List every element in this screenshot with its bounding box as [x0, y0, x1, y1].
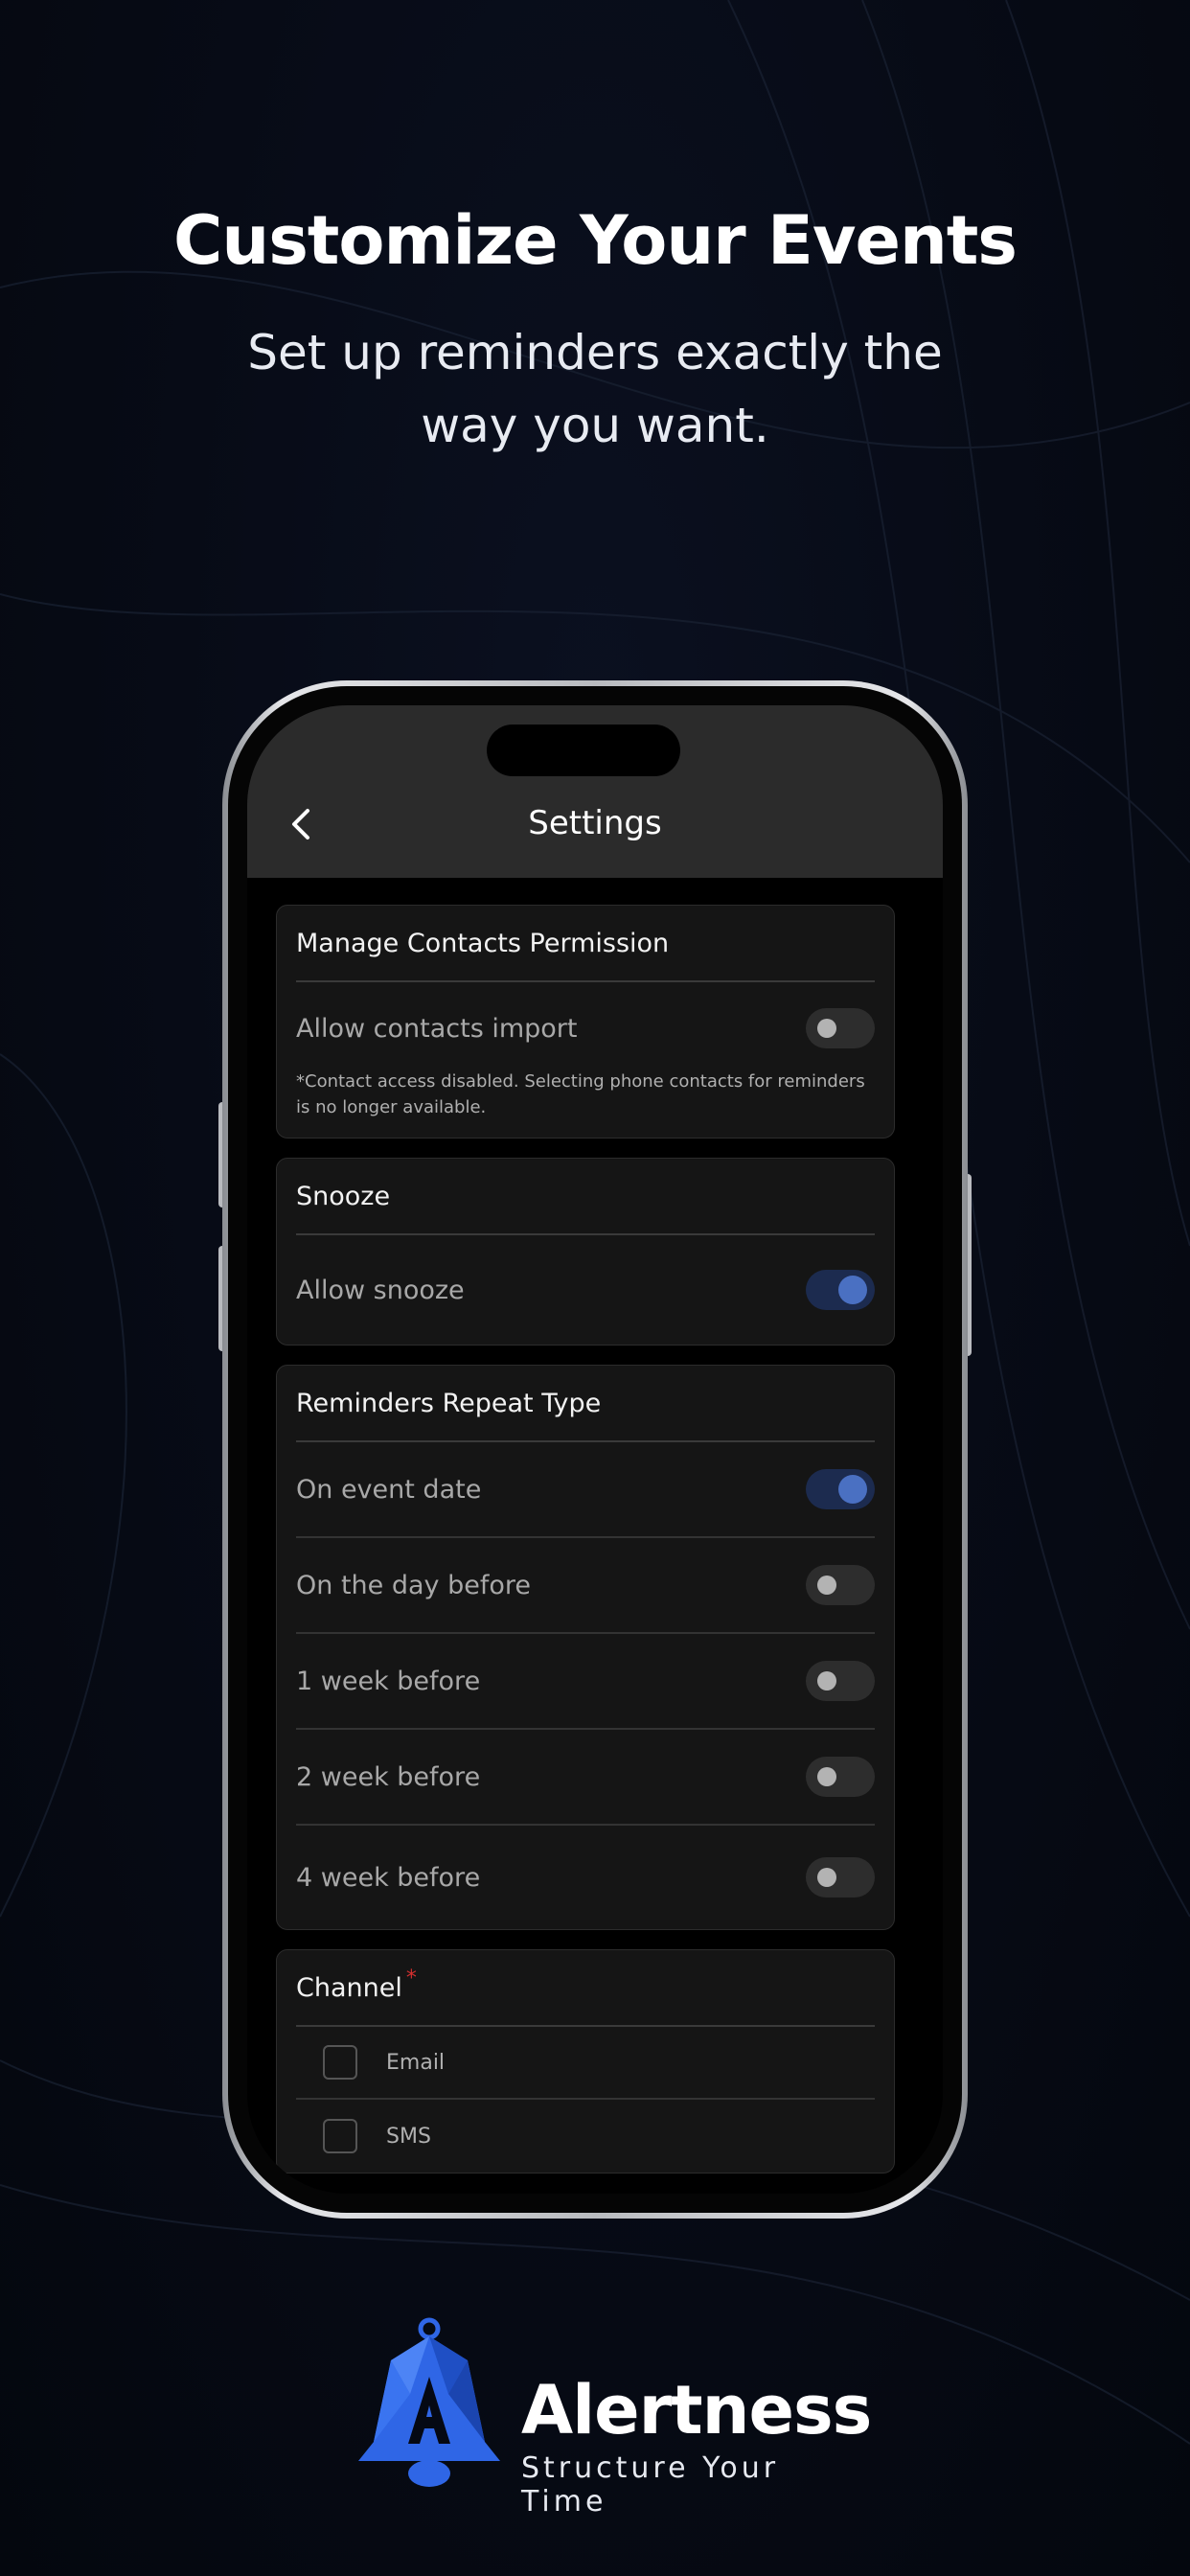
allow-snooze-row: Allow snooze: [296, 1235, 875, 1345]
day-before-toggle[interactable]: [806, 1565, 875, 1605]
option-label: Email: [386, 2050, 446, 2075]
hero-title: Customize Your Events: [173, 201, 1018, 280]
sms-checkbox[interactable]: [323, 2119, 357, 2153]
row-label: Allow snooze: [296, 1275, 465, 1305]
toggle-knob: [817, 1019, 836, 1038]
row-label: On the day before: [296, 1570, 531, 1600]
toggle-knob: [817, 1868, 836, 1887]
toggle-knob: [838, 1475, 867, 1504]
event-date-toggle[interactable]: [806, 1469, 875, 1509]
contacts-permission-card: Manage Contacts Permission Allow contact…: [276, 905, 895, 1138]
toggle-knob: [817, 1767, 836, 1786]
repeat-row-2-week: 2 week before: [296, 1730, 875, 1826]
allow-contacts-toggle[interactable]: [806, 1008, 875, 1048]
repeat-row-day-before: On the day before: [296, 1538, 875, 1634]
allow-contacts-row: Allow contacts import: [296, 982, 875, 1074]
toggle-knob: [838, 1276, 867, 1304]
toggle-knob: [817, 1576, 836, 1595]
toggle-knob: [817, 1671, 836, 1690]
option-label: SMS: [386, 2124, 431, 2149]
channel-card: Channel * Email SMS: [276, 1949, 895, 2174]
repeat-row-1-week: 1 week before: [296, 1634, 875, 1730]
brand-name: Alertness: [521, 2371, 872, 2450]
contacts-note: *Contact access disabled. Selecting phon…: [296, 1071, 865, 1117]
1-week-toggle[interactable]: [806, 1661, 875, 1701]
snooze-card: Snooze Allow snooze: [276, 1158, 895, 1346]
email-checkbox[interactable]: [323, 2045, 357, 2080]
brand-tagline: Structure Your Time: [521, 2451, 780, 2518]
row-label: 4 week before: [296, 1862, 481, 1893]
repeat-row-4-week: 4 week before: [296, 1826, 875, 1929]
screen-title: Settings: [528, 804, 662, 842]
channel-title: Channel: [296, 1972, 402, 2003]
phone-bezel: Settings Manage Contacts Permission Allo…: [228, 686, 962, 2213]
channel-option-sms: SMS: [296, 2100, 875, 2173]
row-label: 1 week before: [296, 1666, 481, 1696]
phone-frame: Settings Manage Contacts Permission Allo…: [222, 680, 968, 2219]
bell-a-logo-icon: [358, 2317, 500, 2487]
hero-subtitle: Set up reminders exactly the way you wan…: [247, 325, 943, 453]
card-title: Channel *: [296, 1950, 875, 2027]
channel-option-email: Email: [296, 2027, 875, 2100]
row-label: On event date: [296, 1474, 482, 1505]
row-label: 2 week before: [296, 1761, 481, 1792]
dynamic-island: [487, 724, 680, 776]
settings-content: Manage Contacts Permission Allow contact…: [276, 905, 895, 2193]
row-label: Allow contacts import: [296, 1013, 578, 1044]
card-title: Reminders Repeat Type: [296, 1366, 875, 1442]
repeat-row-event-date: On event date: [296, 1442, 875, 1538]
brand-logo: Alertness Structure Your Time: [353, 2317, 872, 2518]
4-week-toggle[interactable]: [806, 1857, 875, 1898]
repeat-type-card: Reminders Repeat Type On event date On t…: [276, 1365, 895, 1930]
card-title: Snooze: [296, 1159, 875, 1235]
allow-snooze-toggle[interactable]: [806, 1270, 875, 1310]
required-mark: *: [405, 1966, 417, 1990]
card-title: Manage Contacts Permission: [296, 906, 875, 982]
phone-screen: Settings Manage Contacts Permission Allo…: [247, 705, 943, 2194]
2-week-toggle[interactable]: [806, 1757, 875, 1797]
